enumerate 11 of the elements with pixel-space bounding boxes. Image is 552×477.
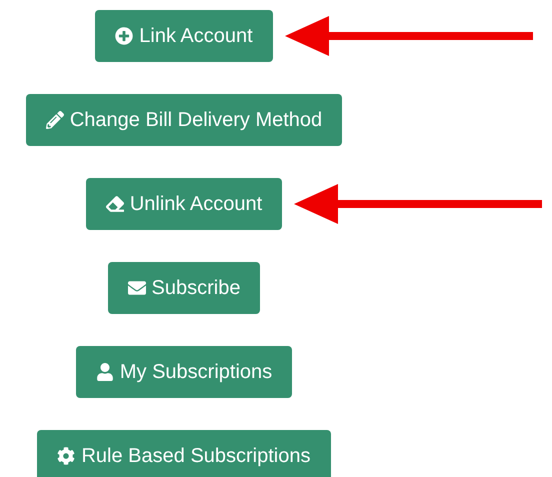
action-button[interactable]: Subscribe: [108, 262, 260, 314]
settings-icon: [57, 447, 76, 465]
action-button[interactable]: Unlink Account: [86, 178, 282, 230]
pencil-icon: [46, 111, 64, 129]
user-icon: [96, 363, 114, 381]
eraser-icon: [106, 195, 124, 213]
action-button[interactable]: Link Account: [95, 10, 273, 62]
action-button[interactable]: Rule Based Subscriptions: [37, 430, 330, 477]
envelope-icon: [128, 279, 146, 297]
action-button[interactable]: Change Bill Delivery Method: [26, 94, 342, 146]
action-button[interactable]: My Subscriptions: [76, 346, 292, 398]
